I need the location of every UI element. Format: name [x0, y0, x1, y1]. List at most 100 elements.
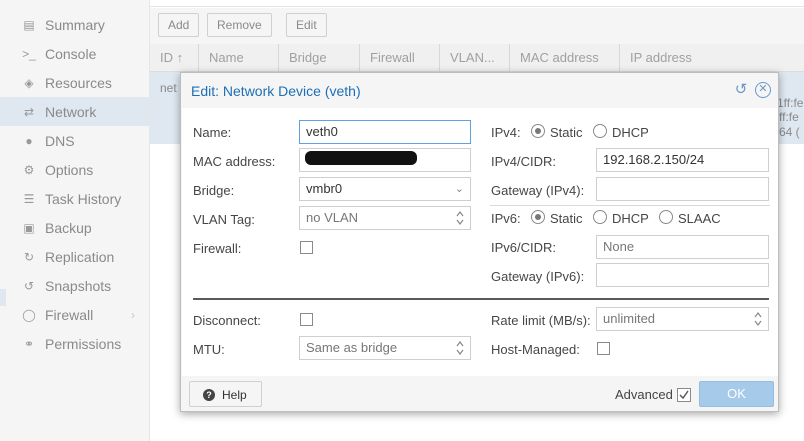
- name-input[interactable]: veth0: [299, 120, 471, 144]
- sidebar-item-network[interactable]: ⇄ Network: [0, 97, 149, 126]
- ipv4-cidr-label: IPv4/CIDR:: [491, 154, 557, 169]
- gear-icon: ⚙: [23, 162, 35, 177]
- row-id-cell: net: [160, 81, 177, 95]
- ipv6-dhcp-radio[interactable]: [593, 210, 607, 224]
- mac-address-label: MAC address:: [193, 154, 276, 169]
- mtu-label: MTU:: [193, 342, 225, 357]
- sidebar-item-label: Permissions: [45, 335, 122, 352]
- sidebar-item-label: Snapshots: [45, 277, 112, 294]
- remove-button[interactable]: Remove: [207, 13, 272, 37]
- row-ip-cell: ff:fe: [779, 110, 799, 124]
- chevron-right-icon: ›: [131, 307, 135, 322]
- column-bridge[interactable]: Bridge: [279, 44, 360, 72]
- ipv6-static-radio[interactable]: [531, 210, 545, 224]
- question-icon: ?: [203, 389, 215, 401]
- ok-button[interactable]: OK: [699, 381, 774, 407]
- spinner-arrows-icon[interactable]: [754, 310, 762, 328]
- ipv6-static-label: Static: [550, 211, 583, 226]
- ipv4-static-label: Static: [550, 125, 583, 140]
- sidebar-item-dns[interactable]: ● DNS: [0, 126, 149, 155]
- host-managed-checkbox[interactable]: [597, 342, 610, 355]
- row-ip-cell: 1ff:fe: [777, 96, 804, 110]
- chevron-down-icon[interactable]: ⌄: [455, 178, 464, 200]
- dialog-title: Edit: Network Device (veth): [191, 83, 361, 99]
- bridge-select[interactable]: vmbr0 ⌄: [299, 177, 471, 201]
- sidebar-item-label: Backup: [45, 219, 92, 236]
- ipv4-dhcp-label: DHCP: [612, 125, 649, 140]
- name-label: Name:: [193, 125, 232, 140]
- bridge-label: Bridge:: [193, 183, 235, 198]
- disconnect-label: Disconnect:: [193, 313, 261, 328]
- column-vlan[interactable]: VLAN...: [440, 44, 510, 72]
- ipv4-static-radio[interactable]: [531, 124, 545, 138]
- resources-icon: ◈: [24, 75, 34, 90]
- reset-icon[interactable]: ↺: [733, 82, 749, 98]
- column-mac-address[interactable]: MAC address: [510, 44, 620, 72]
- toolbar: Add Remove Edit: [150, 8, 804, 44]
- console-icon: >_: [22, 46, 36, 61]
- sidebar-item-resources[interactable]: ◈ Resources: [0, 68, 149, 97]
- network-icon: ⇄: [23, 104, 35, 119]
- sidebar-item-replication[interactable]: ↻ Replication: [0, 242, 149, 271]
- sidebar-item-label: Task History: [45, 190, 122, 207]
- edit-network-device-dialog: Edit: Network Device (veth) ↺ ✕ Name: ve…: [180, 72, 779, 412]
- sidebar-item-console[interactable]: >_ Console: [0, 39, 149, 68]
- help-button[interactable]: ? Help: [189, 381, 262, 407]
- disconnect-checkbox[interactable]: [300, 313, 313, 326]
- firewall-checkbox[interactable]: [300, 241, 313, 254]
- grid-header: ID ↑ Name Bridge Firewall VLAN... MAC ad…: [150, 44, 804, 72]
- sidebar-item-task-history[interactable]: ☰ Task History: [0, 184, 149, 213]
- ipv6-dhcp-label: DHCP: [612, 211, 649, 226]
- sidebar-item-firewall[interactable]: ◯ Firewall ›: [0, 300, 149, 329]
- column-ip-address[interactable]: IP address: [620, 44, 804, 72]
- ipv4-label: IPv4:: [491, 125, 521, 140]
- edit-button[interactable]: Edit: [286, 13, 327, 37]
- column-firewall[interactable]: Firewall: [360, 44, 440, 72]
- mtu-spinner[interactable]: Same as bridge: [299, 336, 471, 360]
- advanced-separator: [193, 298, 769, 300]
- gateway-ipv4-label: Gateway (IPv4):: [491, 183, 585, 198]
- sidebar-item-snapshots[interactable]: ↺ Snapshots: [0, 271, 149, 300]
- column-name[interactable]: Name: [199, 44, 279, 72]
- gateway-ipv4-input[interactable]: [596, 177, 769, 201]
- divider: [490, 205, 770, 206]
- sidebar-item-label: Firewall: [45, 306, 94, 323]
- collapsed-panel-marker: [0, 289, 6, 306]
- ipv6-cidr-input[interactable]: None: [596, 235, 769, 259]
- firewall-shield-icon: ◯: [22, 307, 36, 322]
- ipv6-cidr-label: IPv6/CIDR:: [491, 240, 557, 255]
- advanced-checkbox[interactable]: [677, 388, 691, 402]
- add-button[interactable]: Add: [158, 13, 200, 37]
- column-id[interactable]: ID ↑: [150, 44, 199, 72]
- advanced-label: Advanced: [615, 387, 673, 402]
- sidebar-item-summary[interactable]: ▤ Summary: [0, 10, 149, 39]
- close-icon[interactable]: ✕: [755, 82, 771, 98]
- vlan-tag-label: VLAN Tag:: [193, 212, 255, 227]
- vlan-tag-spinner[interactable]: no VLAN: [299, 206, 471, 230]
- rate-limit-spinner[interactable]: unlimited: [596, 307, 769, 331]
- spinner-arrows-icon[interactable]: [456, 339, 464, 357]
- replication-icon: ↻: [23, 249, 35, 264]
- sidebar-item-label: Replication: [45, 248, 115, 265]
- sidebar-item-backup[interactable]: ▣ Backup: [0, 213, 149, 242]
- gateway-ipv6-input[interactable]: [596, 263, 769, 287]
- host-managed-label: Host-Managed:: [491, 342, 580, 357]
- ipv6-slaac-radio[interactable]: [659, 210, 673, 224]
- divider: [150, 6, 804, 7]
- sidebar-item-label: Summary: [45, 16, 105, 33]
- sidebar-item-label: Network: [45, 103, 97, 120]
- firewall-label: Firewall:: [193, 241, 242, 256]
- spinner-arrows-icon[interactable]: [456, 209, 464, 227]
- dialog-body: Name: veth0 MAC address: Bridge: vmbr0 ⌄…: [182, 108, 778, 376]
- ipv6-slaac-label: SLAAC: [678, 211, 721, 226]
- ipv4-dhcp-radio[interactable]: [593, 124, 607, 138]
- sidebar-item-label: DNS: [45, 132, 75, 149]
- ipv4-cidr-input[interactable]: 192.168.2.150/24: [596, 148, 769, 172]
- row-ip-cell: 64 (: [779, 125, 800, 139]
- summary-icon: ▤: [23, 17, 35, 32]
- sidebar-item-label: Options: [45, 161, 94, 178]
- backup-icon: ▣: [23, 220, 35, 235]
- sidebar-item-options[interactable]: ⚙ Options: [0, 155, 149, 184]
- sidebar-item-permissions[interactable]: ⚭ Permissions: [0, 329, 149, 358]
- sidebar-item-label: Console: [45, 45, 97, 62]
